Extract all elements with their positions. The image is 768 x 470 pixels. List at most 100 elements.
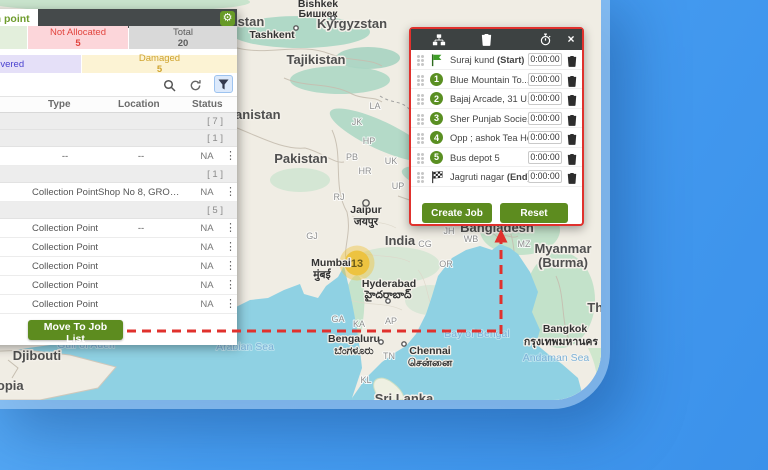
table-row[interactable]: Collection PointNA⋮ [0,276,237,295]
drag-handle-icon[interactable] [417,172,420,175]
map-label: Andaman Sea [523,352,590,364]
map-label: TN [383,351,395,361]
stop-number-marker: 2 [430,92,443,105]
stop-row[interactable]: 3Sher Punjab Socie...0:00:00 [411,109,582,129]
table-row[interactable]: Collection Point--NA⋮ [0,219,237,238]
kebab-menu-icon[interactable]: ⋮ [225,185,235,198]
stop-row[interactable]: Jagruti nagar (End)0:00:00 [411,167,582,187]
table-group-row[interactable]: [ 1 ] [0,166,237,183]
stop-time-input[interactable]: 0:00:00 [528,151,562,164]
drag-handle-icon[interactable] [417,153,420,156]
stop-row[interactable]: Suraj kund (Start)0:00:00 [411,50,582,70]
stopwatch-icon[interactable] [537,32,553,47]
stop-time-input[interactable]: 0:00:00 [528,131,562,144]
table-group-row[interactable]: [ 7 ] [0,113,237,130]
map-label: Thailand [587,300,601,315]
drag-handle-icon[interactable] [417,114,420,117]
stop-row[interactable]: 5Bus depot 50:00:00 [411,148,582,168]
trash-icon[interactable] [567,113,577,125]
header-location: Location [118,99,160,110]
table-group-row[interactable]: [ 5 ] [0,202,237,219]
table-group-row[interactable]: [ 1 ] [0,130,237,147]
search-icon[interactable] [161,77,177,93]
cluster-count: 13 [351,258,363,270]
map-label: Bangkok [543,323,588,335]
table-row[interactable]: Collection PointShop No 8, GROUND FLOO..… [0,183,237,202]
reset-button[interactable]: Reset [500,203,568,223]
trash-icon[interactable] [478,32,494,47]
cell-status: NA [190,299,224,310]
filter-icon[interactable] [214,75,233,93]
cell-type: -- [30,151,100,162]
gear-icon[interactable]: ⚙ [220,11,235,26]
map-label: JK [352,117,363,127]
table-row[interactable]: Collection Point NA⋮ [0,295,237,314]
stop-label: Bajaj Arcade, 31 U... [450,94,528,104]
cell-status: NA [190,187,224,198]
map-label: JH [444,226,455,236]
stat-allocated[interactable] [0,26,27,49]
stop-time-input[interactable]: 0:00:00 [528,53,562,66]
trash-icon[interactable] [567,54,577,66]
trash-icon[interactable] [567,93,577,105]
stop-row[interactable]: 4Opp ; ashok Tea Ho...0:00:00 [411,128,582,148]
kebab-menu-icon[interactable]: ⋮ [225,297,235,310]
trash-icon[interactable] [567,74,577,86]
drag-handle-icon[interactable] [417,94,420,97]
stop-time-input[interactable]: 0:00:00 [528,92,562,105]
map-label: Bengaluru [328,333,380,345]
create-job-button[interactable]: Create Job [422,203,492,223]
table-row[interactable]: ----NA⋮ [0,147,237,166]
trash-icon[interactable] [567,171,577,183]
stop-number-marker: 5 [430,151,443,164]
map-label: PB [346,152,358,162]
stop-label: Suraj kund (Start) [450,55,528,65]
table-row[interactable]: Collection Point NA⋮ [0,238,237,257]
table-body: [ 7 ][ 1 ]----NA⋮[ 1 ]Collection PointSh… [0,113,237,314]
tab-label: Collection point [0,13,30,25]
cell-type: Collection Point [30,299,100,310]
cell-status: NA [190,242,224,253]
sitemap-icon[interactable] [431,32,447,47]
stop-time-input[interactable]: 0:00:00 [528,170,562,183]
stop-list: Suraj kund (Start)0:00:001Blue Mountain … [411,50,582,187]
move-to-job-list-button[interactable]: Move To Job List [28,320,123,340]
trash-icon[interactable] [567,132,577,144]
map-label: WB [464,234,479,244]
map-label: Bay of Bengal [444,328,509,340]
drag-handle-icon[interactable] [417,133,420,136]
stat-not-allocated[interactable]: Not Allocated 5 [28,26,128,49]
stat-label: Delivered [0,59,24,70]
stop-time-input[interactable]: 0:00:00 [528,112,562,125]
drag-handle-icon[interactable] [417,75,420,78]
stat-delivered[interactable]: Delivered [0,55,81,73]
kebab-menu-icon[interactable]: ⋮ [225,278,235,291]
kebab-menu-icon[interactable]: ⋮ [225,149,235,162]
stat-damaged[interactable]: Damaged 5 [82,55,237,73]
map-label: (Burma) [538,255,588,270]
cell-type: Collection Point [30,242,100,253]
table-row[interactable]: Collection PointNA⋮ [0,257,237,276]
stat-total[interactable]: Total 20 [129,26,237,49]
stop-time-input[interactable]: 0:00:00 [528,73,562,86]
stats-row-1: Not Allocated 5 Total 20 [0,26,237,49]
kebab-menu-icon[interactable]: ⋮ [225,240,235,253]
map-label: RJ [334,192,345,202]
table-header: Type Location Status [0,96,237,113]
stop-row[interactable]: 1Blue Mountain To...0:00:00 [411,70,582,90]
close-icon[interactable]: × [563,32,579,47]
kebab-menu-icon[interactable]: ⋮ [225,259,235,272]
stat-value: 5 [75,38,80,49]
stop-label: Sher Punjab Socie... [450,114,528,124]
cell-type: Collection Point [30,223,100,234]
group-count-badge: [ 5 ] [207,205,223,216]
stop-row[interactable]: 2 Bajaj Arcade, 31 U...0:00:00 [411,89,582,109]
map-label: Sri Lanka [375,391,434,400]
stop-label: Jagruti nagar (End) [450,172,528,182]
kebab-menu-icon[interactable]: ⋮ [225,221,235,234]
drag-handle-icon[interactable] [417,55,420,58]
trash-icon[interactable] [567,152,577,164]
map-label: MZ [518,239,531,249]
map-label: Mumbai [311,257,351,269]
refresh-icon[interactable] [187,77,203,93]
